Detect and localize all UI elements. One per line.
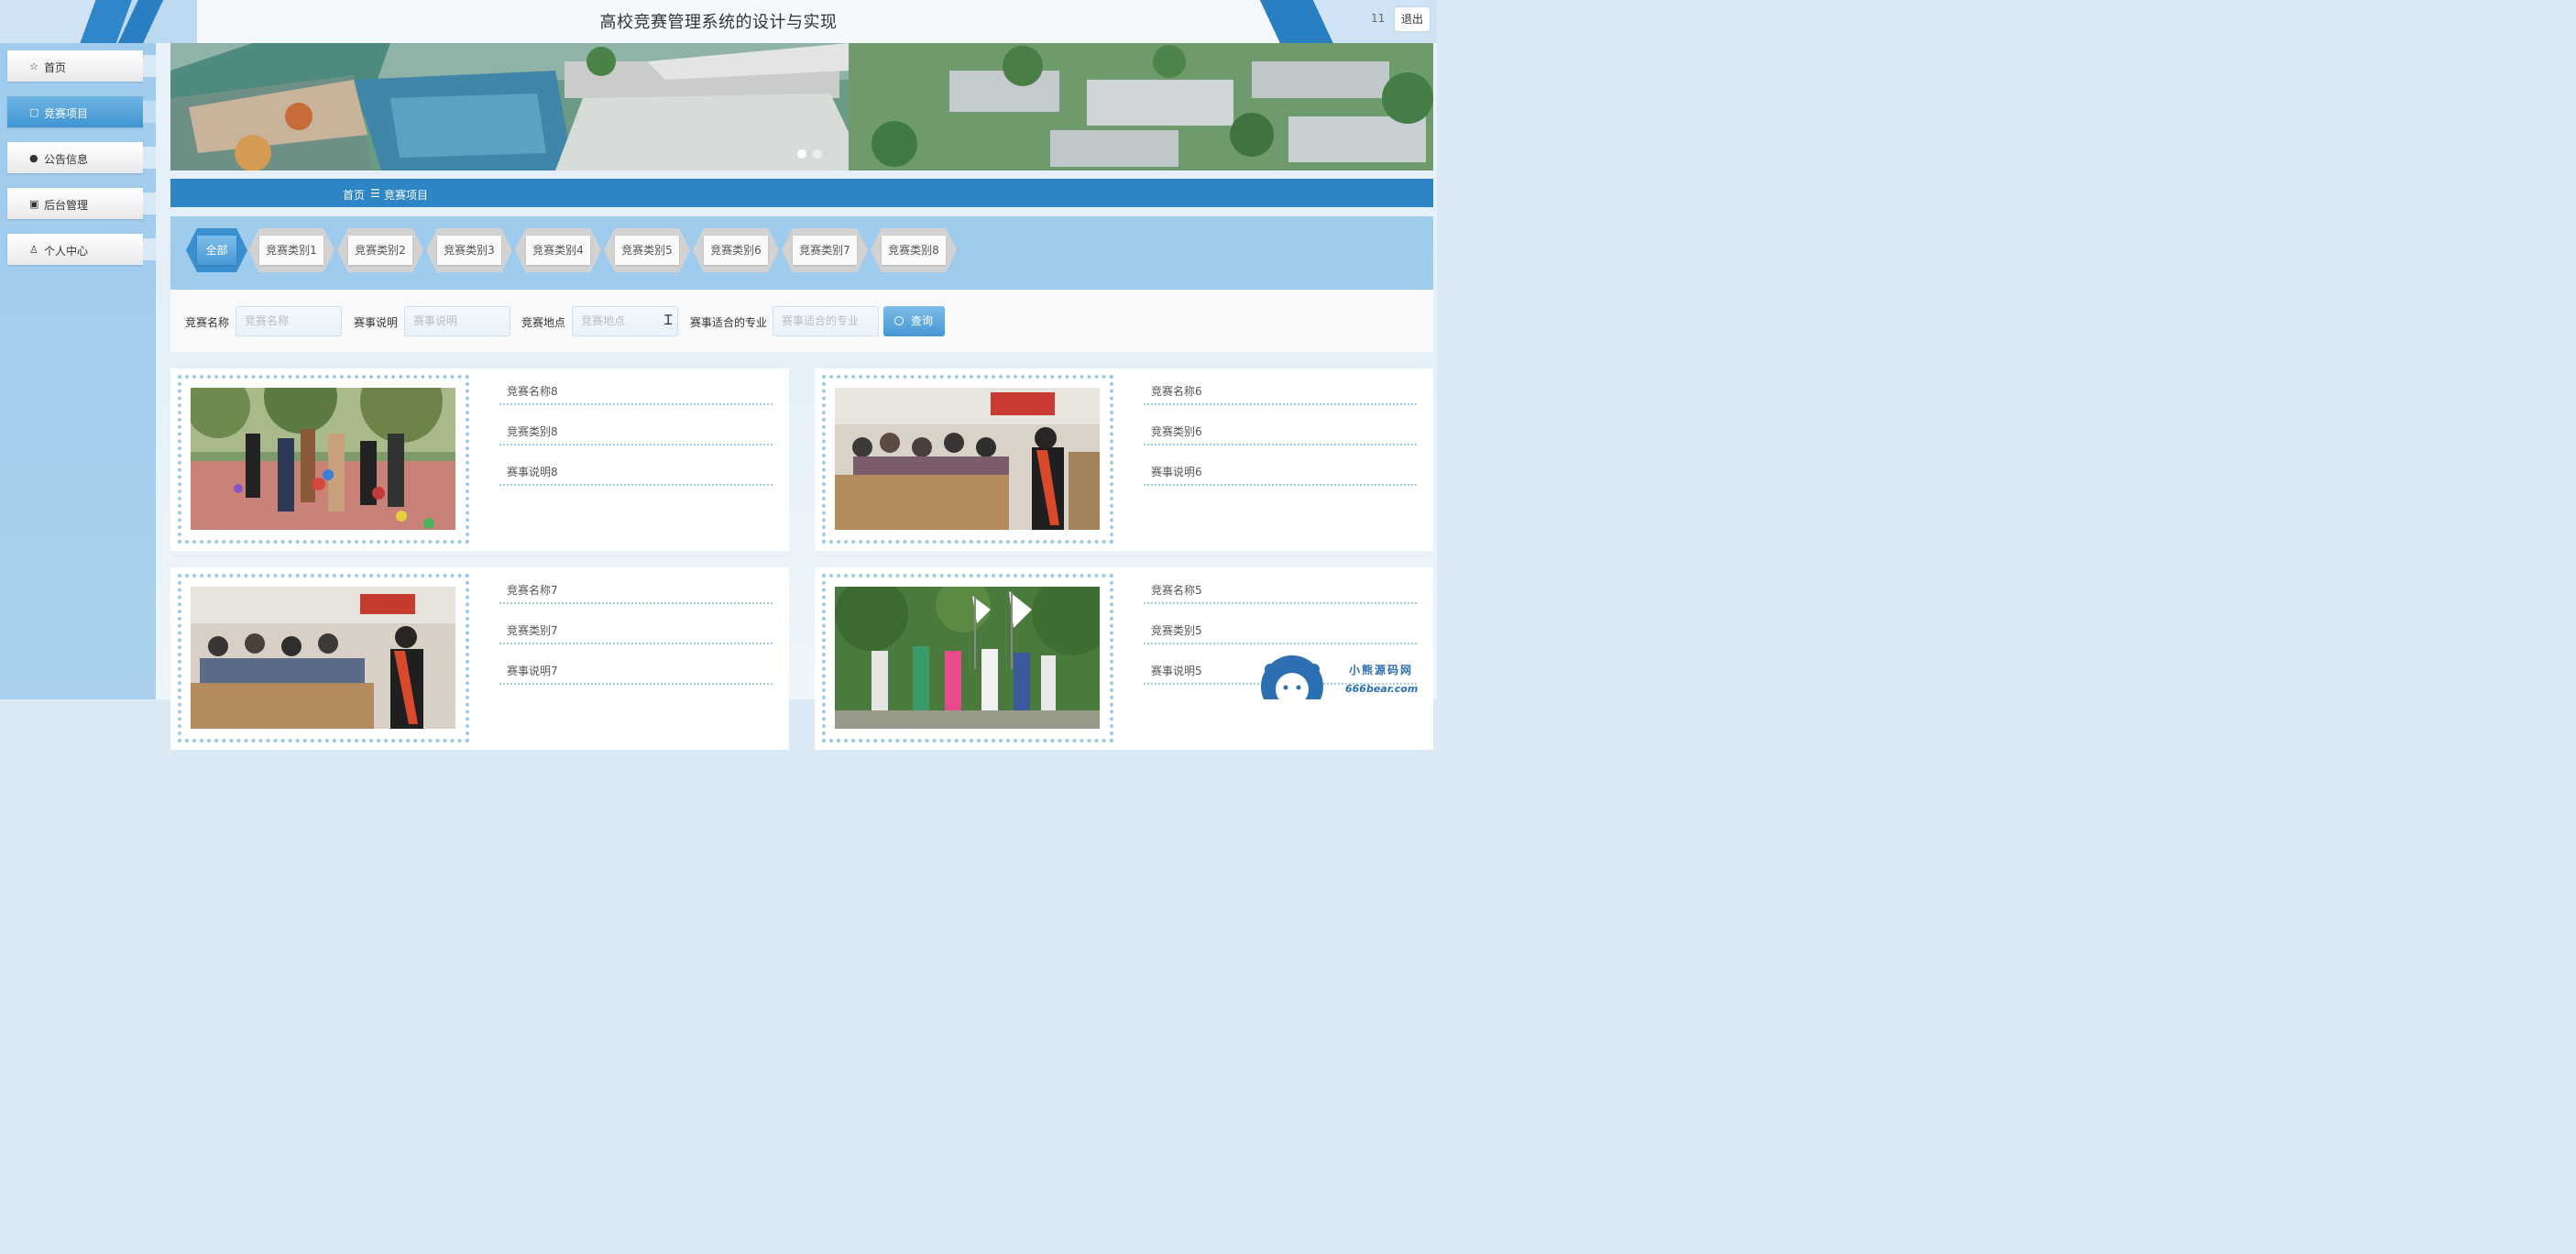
search-icon	[894, 316, 904, 325]
tab-category-6[interactable]: 竞赛类别6	[693, 228, 779, 272]
watermark-logo: 小熊源码网 666bear.com	[1257, 654, 1437, 718]
watermark-name: 小熊源码网	[1349, 664, 1414, 676]
card-description: 赛事说明8	[499, 458, 773, 486]
sidebar-item-profile[interactable]: ♙ 个人中心	[0, 231, 156, 268]
sidebar: ☆ 首页 ▢ 竞赛项目 ● 公告信息 ▣ 后台管理 ♙ 个人中心	[0, 43, 156, 699]
page-title: 高校竞赛管理系统的设计与实现	[599, 13, 838, 32]
sidebar-item-label: 竞赛项目	[44, 107, 89, 120]
tab-category-2[interactable]: 竞赛类别2	[337, 228, 423, 272]
card-category: 竞赛类别5	[1144, 617, 1417, 644]
tab-category-5[interactable]: 竞赛类别5	[604, 228, 690, 272]
competition-card[interactable]: 竞赛名称7 竞赛类别7 赛事说明7	[170, 567, 789, 750]
photo-frame	[178, 375, 469, 544]
sidebar-item-label: 首页	[44, 61, 67, 74]
tab-all[interactable]: 全部	[186, 228, 247, 272]
username: 11	[1371, 12, 1386, 25]
star-icon: ☆	[29, 60, 38, 72]
search-label-name: 竞赛名称	[185, 316, 230, 329]
user-icon: ♙	[29, 244, 38, 256]
tab-category-3[interactable]: 竞赛类别3	[426, 228, 512, 272]
carousel-dot[interactable]	[813, 149, 822, 159]
competition-card[interactable]: 竞赛名称6 竞赛类别6 赛事说明6	[815, 368, 1433, 551]
search-label-description: 赛事说明	[354, 316, 399, 329]
search-label-major: 赛事适合的专业	[690, 316, 768, 329]
header: 高校竞赛管理系统的设计与实现 11 退出	[0, 0, 1437, 43]
card-name: 竞赛名称8	[499, 378, 773, 405]
sidebar-item-label: 公告信息	[44, 153, 89, 166]
alert-icon: ●	[29, 152, 38, 164]
search-input-name[interactable]: 竞赛名称	[236, 306, 342, 336]
watermark-url: 666bear.com	[1345, 683, 1419, 695]
sidebar-item-home[interactable]: ☆ 首页	[0, 48, 156, 84]
tab-category-1[interactable]: 竞赛类别1	[248, 228, 334, 272]
sidebar-item-competitions[interactable]: ▢ 竞赛项目	[0, 94, 156, 130]
card-name: 竞赛名称5	[1144, 577, 1417, 604]
photo-frame	[178, 574, 469, 742]
text-cursor-icon: Ɪ	[664, 312, 673, 328]
breadcrumb-home[interactable]: 首页	[343, 187, 365, 203]
package-icon: ▣	[29, 198, 39, 210]
tab-category-8[interactable]: 竞赛类别8	[871, 228, 957, 272]
search-input-description[interactable]: 赛事说明	[404, 306, 510, 336]
photo-frame	[822, 375, 1113, 544]
sidebar-item-admin[interactable]: ▣ 后台管理	[0, 185, 156, 222]
competition-card[interactable]: 竞赛名称8 竞赛类别8 赛事说明8	[170, 368, 789, 551]
competition-photo	[835, 587, 1100, 729]
card-description: 赛事说明6	[1144, 458, 1417, 486]
carousel-dot-active[interactable]	[797, 149, 806, 159]
card-category: 竞赛类别6	[1144, 418, 1417, 446]
competition-photo	[191, 587, 455, 729]
breadcrumb-separator-icon: ☰	[370, 187, 380, 200]
card-name: 竞赛名称6	[1144, 378, 1417, 405]
card-name: 竞赛名称7	[499, 577, 773, 604]
briefcase-icon: ▢	[29, 106, 39, 118]
sidebar-item-label: 个人中心	[44, 245, 89, 258]
sidebar-item-label: 后台管理	[44, 199, 89, 212]
query-button[interactable]: 查询	[883, 306, 945, 336]
tab-category-7[interactable]: 竞赛类别7	[782, 228, 868, 272]
photo-frame	[822, 574, 1113, 742]
tab-category-4[interactable]: 竞赛类别4	[515, 228, 601, 272]
search-input-location[interactable]: 竞赛地点	[572, 306, 678, 336]
logout-button[interactable]: 退出	[1395, 7, 1430, 31]
sidebar-item-announcements[interactable]: ● 公告信息	[0, 139, 156, 176]
breadcrumb-current: 竞赛项目	[384, 189, 429, 202]
competition-photo	[835, 388, 1100, 530]
card-category: 竞赛类别7	[499, 617, 773, 644]
card-description: 赛事说明7	[499, 657, 773, 685]
competition-photo	[191, 388, 455, 530]
breadcrumb: 首页 ☰ 竞赛项目	[170, 179, 1433, 207]
search-label-location: 竞赛地点	[521, 316, 566, 329]
card-category: 竞赛类别8	[499, 418, 773, 446]
search-input-major[interactable]: 赛事适合的专业	[773, 306, 879, 336]
